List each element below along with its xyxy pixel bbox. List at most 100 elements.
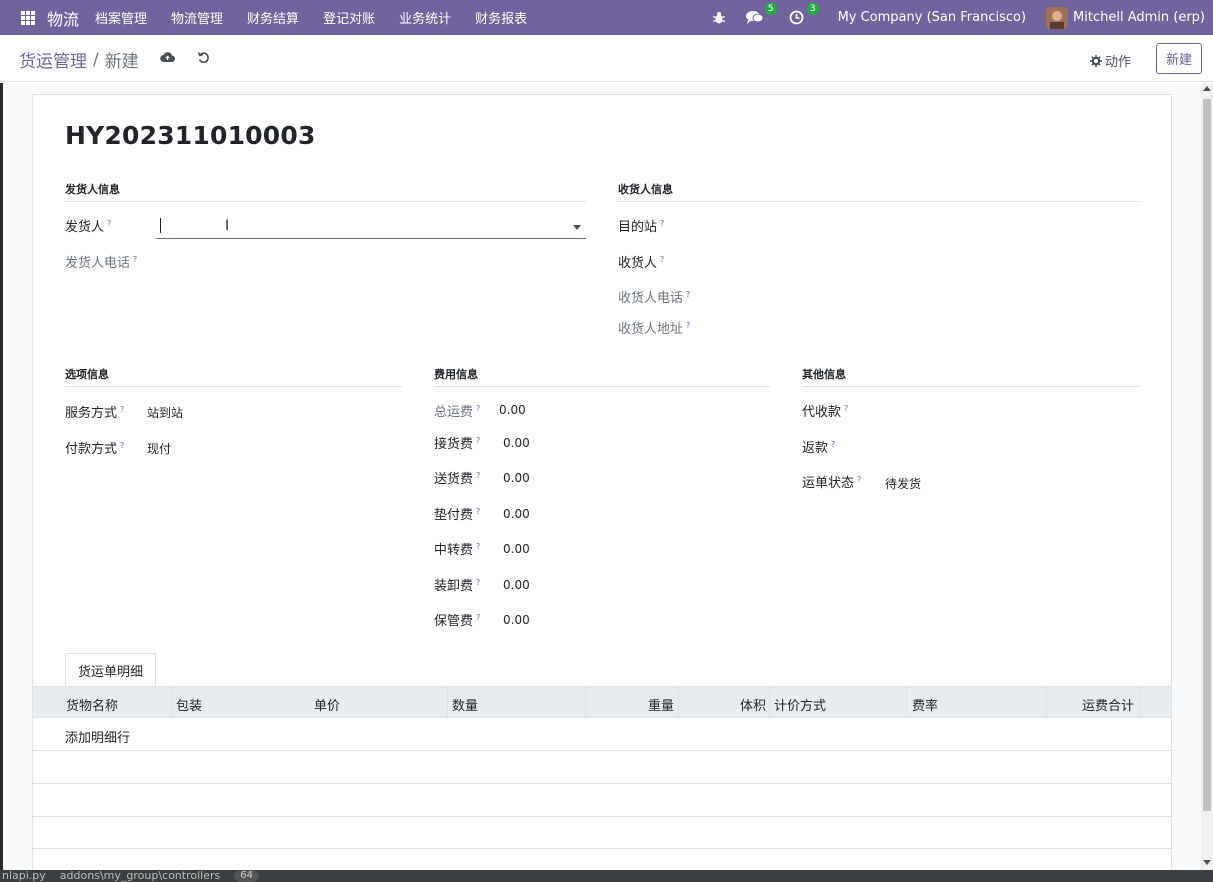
scroll-up-arrow-icon[interactable]	[1203, 86, 1211, 91]
fee-label-storage: 保管费?	[434, 612, 481, 629]
table-row	[33, 718, 1171, 751]
app-brand[interactable]: 物流	[47, 6, 79, 30]
waybill-status-label: 运单状态?	[802, 474, 862, 491]
help-tooltip-icon[interactable]: ?	[660, 255, 664, 264]
shipper-phone-label: 发货人电话?	[65, 254, 138, 271]
apps-menu-icon[interactable]	[21, 10, 35, 25]
action-menu-button[interactable]: 动作	[1090, 51, 1131, 70]
consignee-group-title: 收货人信息	[618, 181, 1139, 202]
tab-shipment-lines[interactable]: 货运单明细	[65, 653, 156, 686]
status-file-name[interactable]: nlapi.py	[2, 870, 46, 882]
help-tooltip-icon[interactable]: ?	[476, 404, 480, 413]
help-tooltip-icon[interactable]: ?	[686, 290, 690, 299]
menu-settlement[interactable]: 财务结算	[247, 8, 299, 27]
options-group-title: 选项信息	[65, 366, 402, 387]
shipper-group-title: 发货人信息	[65, 181, 586, 202]
destination-label: 目的站?	[618, 218, 665, 235]
consignee-address-label: 收货人地址?	[618, 320, 691, 337]
top-navbar: 物流 档案管理 物流管理 财务结算 登记对账 业务统计 财务报表 5 3 My …	[0, 0, 1213, 35]
action-label: 动作	[1105, 55, 1132, 70]
fee-value-delivery[interactable]: 0.00	[503, 471, 530, 485]
fee-value-transfer[interactable]: 0.00	[503, 542, 530, 556]
consignee-label: 收货人?	[618, 254, 665, 271]
col-quantity[interactable]: 数量	[452, 695, 478, 714]
fee-value-advance[interactable]: 0.00	[503, 507, 530, 521]
help-tooltip-icon[interactable]: ?	[831, 440, 835, 449]
fee-label-pickup: 接货费?	[434, 435, 481, 452]
mouse-ibeam-cursor-icon: I	[225, 218, 230, 234]
col-goods-name[interactable]: 货物名称	[66, 695, 118, 714]
lines-table-header: 货物名称 包装 单价 数量 重量 体积 计价方式 费率 运费合计	[33, 686, 1171, 718]
editor-status-bar: nlapi.py addons\my_group\controllers 64	[0, 870, 1213, 882]
col-weight[interactable]: 重量	[648, 695, 674, 714]
scroll-down-arrow-icon[interactable]	[1203, 860, 1211, 865]
activities-badge: 3	[806, 2, 819, 15]
status-file-path: addons\my_group\controllers	[59, 869, 221, 882]
menu-statistics[interactable]: 业务统计	[399, 8, 451, 27]
help-tooltip-icon[interactable]: ?	[476, 507, 480, 516]
other-group-title: 其他信息	[802, 366, 1139, 387]
fee-value-handling[interactable]: 0.00	[503, 578, 530, 592]
help-tooltip-icon[interactable]: ?	[844, 404, 848, 413]
fee-label-transfer: 中转费?	[434, 541, 481, 558]
user-avatar[interactable]	[1046, 6, 1069, 29]
dropdown-caret-icon[interactable]	[573, 225, 581, 230]
activity-clock-icon[interactable]: 3	[788, 2, 819, 27]
fee-label-delivery: 送货费?	[434, 470, 481, 487]
save-cloud-icon[interactable]	[160, 51, 176, 65]
debug-bug-icon[interactable]	[710, 9, 728, 27]
help-tooltip-icon[interactable]: ?	[133, 255, 137, 264]
rebate-label: 返款?	[802, 439, 836, 456]
service-method-label: 服务方式?	[65, 404, 125, 421]
fee-value-storage[interactable]: 0.00	[503, 613, 530, 627]
shipper-input[interactable]: I	[156, 214, 586, 239]
help-tooltip-icon[interactable]: ?	[476, 578, 480, 587]
menu-reports[interactable]: 财务报表	[475, 8, 527, 27]
record-title: HY202311010003	[65, 121, 316, 150]
help-tooltip-icon[interactable]: ?	[476, 436, 480, 445]
gear-icon	[1090, 54, 1102, 67]
col-unit-price[interactable]: 单价	[314, 695, 340, 714]
add-line-link[interactable]: 添加明细行	[65, 727, 130, 746]
table-row	[33, 784, 1171, 817]
user-menu[interactable]: Mitchell Admin (erp)	[1073, 10, 1205, 25]
payment-method-value[interactable]: 现付	[147, 440, 171, 457]
waybill-status-value: 待发货	[885, 477, 922, 491]
company-switcher[interactable]: My Company (San Francisco)	[838, 10, 1026, 25]
breadcrumb-separator: /	[93, 49, 99, 70]
shipper-label: 发货人?	[65, 218, 112, 235]
service-method-value[interactable]: 站到站	[147, 404, 183, 421]
fee-label-total: 总运费?	[434, 403, 481, 420]
fees-group-title: 费用信息	[434, 366, 770, 387]
help-tooltip-icon[interactable]: ?	[120, 405, 124, 414]
menu-logistics[interactable]: 物流管理	[171, 8, 223, 27]
new-button[interactable]: 新建	[1156, 43, 1202, 74]
fee-value-pickup[interactable]: 0.00	[503, 436, 530, 450]
table-row	[33, 751, 1171, 784]
fee-label-advance: 垫付费?	[434, 506, 481, 523]
breadcrumb-root[interactable]: 货运管理	[19, 47, 87, 72]
breadcrumb-current: 新建	[104, 52, 139, 72]
col-freight-total[interactable]: 运费合计	[1082, 695, 1134, 714]
col-volume[interactable]: 体积	[740, 695, 766, 714]
cod-label: 代收款?	[802, 403, 849, 420]
menu-archive[interactable]: 档案管理	[95, 8, 147, 27]
help-tooltip-icon[interactable]: ?	[120, 441, 124, 450]
help-tooltip-icon[interactable]: ?	[660, 219, 664, 228]
breadcrumb: 货运管理 / 新建	[19, 47, 139, 73]
discard-undo-icon[interactable]	[197, 51, 211, 65]
help-tooltip-icon[interactable]: ?	[857, 475, 861, 484]
help-tooltip-icon[interactable]: ?	[476, 471, 480, 480]
help-tooltip-icon[interactable]: ?	[686, 321, 690, 330]
help-tooltip-icon[interactable]: ?	[476, 613, 480, 622]
menu-reconciliation[interactable]: 登记对账	[323, 8, 375, 27]
messages-icon[interactable]: 5	[745, 2, 777, 27]
status-count-badge: 64	[234, 870, 259, 882]
help-tooltip-icon[interactable]: ?	[476, 542, 480, 551]
col-rate[interactable]: 费率	[912, 695, 938, 714]
col-pricing-method[interactable]: 计价方式	[774, 695, 826, 714]
messages-badge: 5	[764, 2, 777, 15]
col-packaging[interactable]: 包装	[176, 695, 202, 714]
scrollbar-thumb[interactable]	[1203, 99, 1211, 811]
help-tooltip-icon[interactable]: ?	[107, 219, 111, 228]
